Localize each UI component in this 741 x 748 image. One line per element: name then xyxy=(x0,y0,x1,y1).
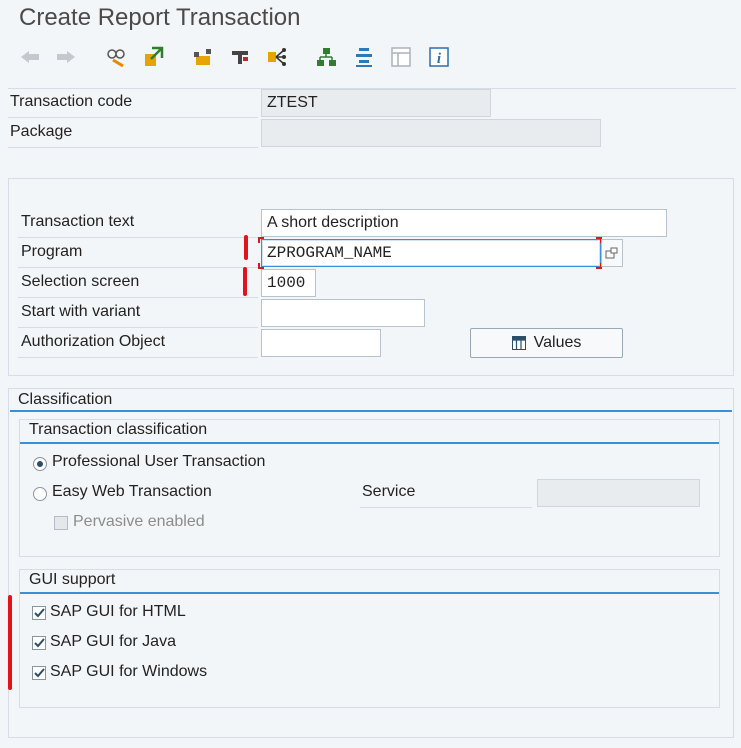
values-button[interactable]: Values xyxy=(470,328,623,358)
sap-gui-java-checkbox[interactable] xyxy=(32,636,46,650)
program-field[interactable]: ZPROGRAM_NAME xyxy=(261,239,601,267)
selection-screen-field[interactable]: 1000 xyxy=(261,269,316,297)
focus-corner xyxy=(258,237,264,243)
professional-user-label: Professional User Transaction xyxy=(52,453,266,470)
classification-title: Classification xyxy=(18,391,113,408)
divider xyxy=(8,147,258,148)
display-object-list-icon[interactable] xyxy=(227,44,253,70)
values-button-label: Values xyxy=(533,334,582,351)
selection-screen-label: Selection screen xyxy=(21,273,140,290)
section-divider xyxy=(20,592,719,594)
section-divider xyxy=(10,410,732,412)
professional-user-radio[interactable] xyxy=(33,457,47,471)
highlight-mark xyxy=(8,595,12,690)
sap-gui-html-label: SAP GUI for HTML xyxy=(50,603,186,620)
divider xyxy=(18,267,258,268)
divider xyxy=(18,237,258,238)
transaction-text-label: Transaction text xyxy=(21,213,135,230)
start-variant-label: Start with variant xyxy=(21,303,141,320)
transaction-text-field[interactable]: A short description xyxy=(261,209,667,237)
divider xyxy=(18,297,258,298)
easy-web-radio[interactable] xyxy=(33,487,47,501)
package-field xyxy=(261,119,601,147)
easy-web-label: Easy Web Transaction xyxy=(52,483,212,500)
section-divider xyxy=(20,442,719,444)
checkmark-icon xyxy=(34,668,45,678)
transaction-code-label: Transaction code xyxy=(10,93,133,110)
where-used-icon[interactable] xyxy=(190,44,216,70)
outline-icon[interactable] xyxy=(351,44,377,70)
value-help-icon xyxy=(605,247,618,259)
program-label: Program xyxy=(21,243,83,260)
pervasive-checkbox xyxy=(54,516,68,530)
auth-object-label: Authorization Object xyxy=(21,333,166,350)
gui-support-title: GUI support xyxy=(29,571,116,588)
divider xyxy=(360,507,532,508)
display-change-icon[interactable] xyxy=(103,44,129,70)
hierarchy-icon[interactable] xyxy=(313,44,339,70)
table-icon xyxy=(511,336,526,350)
navigation-icon[interactable] xyxy=(264,44,290,70)
pervasive-label: Pervasive enabled xyxy=(73,513,205,530)
transaction-classification-title: Transaction classification xyxy=(29,421,208,438)
sap-gui-java-label: SAP GUI for Java xyxy=(50,633,176,650)
highlight-mark xyxy=(244,235,248,260)
service-field xyxy=(537,479,700,507)
package-label: Package xyxy=(10,123,73,140)
divider xyxy=(18,357,258,358)
checkmark-icon xyxy=(34,638,45,648)
application-toolbar: i xyxy=(0,40,741,74)
layout-icon[interactable] xyxy=(388,44,414,70)
divider xyxy=(8,117,258,118)
sap-gui-html-checkbox[interactable] xyxy=(32,606,46,620)
start-variant-field[interactable] xyxy=(261,299,425,327)
auth-object-field[interactable] xyxy=(261,329,381,357)
forward-icon[interactable] xyxy=(53,44,79,70)
info-icon[interactable]: i xyxy=(426,44,452,70)
transaction-code-field: ZTEST xyxy=(261,89,491,117)
divider xyxy=(18,327,258,328)
sap-gui-windows-checkbox[interactable] xyxy=(32,666,46,680)
service-label: Service xyxy=(362,483,416,500)
checkmark-icon xyxy=(34,608,45,618)
activate-icon[interactable] xyxy=(140,44,166,70)
highlight-mark xyxy=(243,267,247,296)
value-help-button[interactable] xyxy=(601,239,623,267)
sap-gui-windows-label: SAP GUI for Windows xyxy=(50,663,208,680)
back-icon[interactable] xyxy=(17,44,43,70)
window-title: Create Report Transaction xyxy=(19,4,301,31)
